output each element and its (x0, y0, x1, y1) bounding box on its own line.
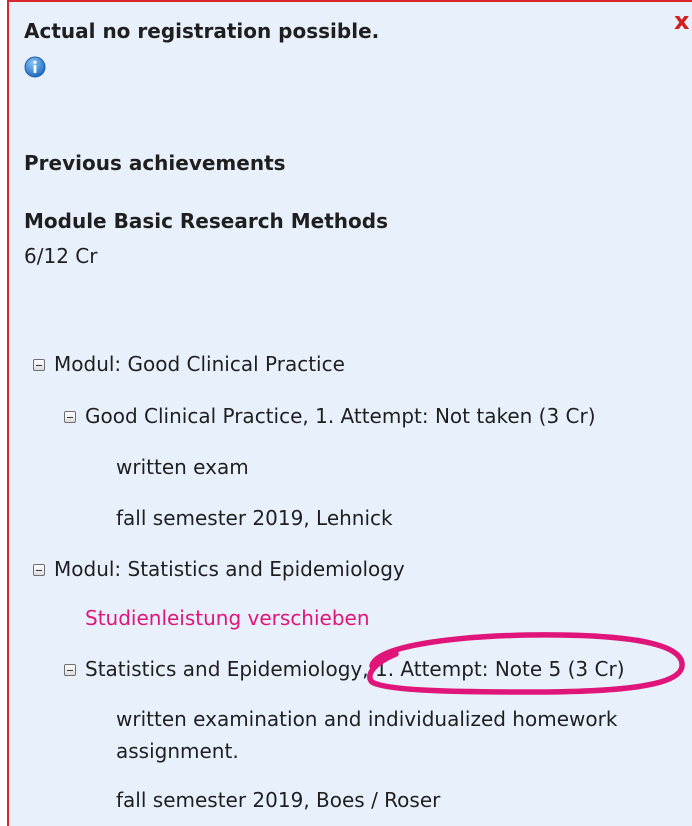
close-icon[interactable]: x (674, 10, 692, 34)
course-good-clinical-practice: Good Clinical Practice, 1. Attempt: Not … (85, 404, 596, 428)
module-credits: 6/12 Cr (24, 244, 98, 268)
exam-type-statistics-line-1: written examination and individualized h… (116, 707, 618, 731)
module-title: Module Basic Research Methods (24, 209, 388, 233)
previous-achievements-heading: Previous achievements (24, 151, 286, 175)
exam-type-statistics-line-2: assignment. (116, 739, 239, 763)
collapse-module-statistics-icon[interactable] (33, 564, 45, 576)
collapse-course-good-clinical-practice-icon[interactable] (64, 411, 76, 423)
semester-good-clinical-practice: fall semester 2019, Lehnick (116, 506, 393, 530)
studienleistung-verschieben-link[interactable]: Studienleistung verschieben (85, 605, 370, 631)
module-good-clinical-practice: Modul: Good Clinical Practice (54, 352, 345, 376)
collapse-module-good-clinical-practice-icon[interactable] (33, 359, 45, 371)
module-statistics-epidemiology: Modul: Statistics and Epidemiology (54, 557, 405, 581)
course-statistics-epidemiology: Statistics and Epidemiology, 1. Attempt:… (85, 657, 625, 681)
exam-type-good-clinical-practice: written exam (116, 455, 249, 479)
info-icon[interactable] (24, 56, 46, 78)
semester-statistics: fall semester 2019, Boes / Roser (116, 788, 441, 812)
collapse-course-statistics-icon[interactable] (64, 664, 76, 676)
notice-title: Actual no registration possible. (24, 19, 380, 43)
